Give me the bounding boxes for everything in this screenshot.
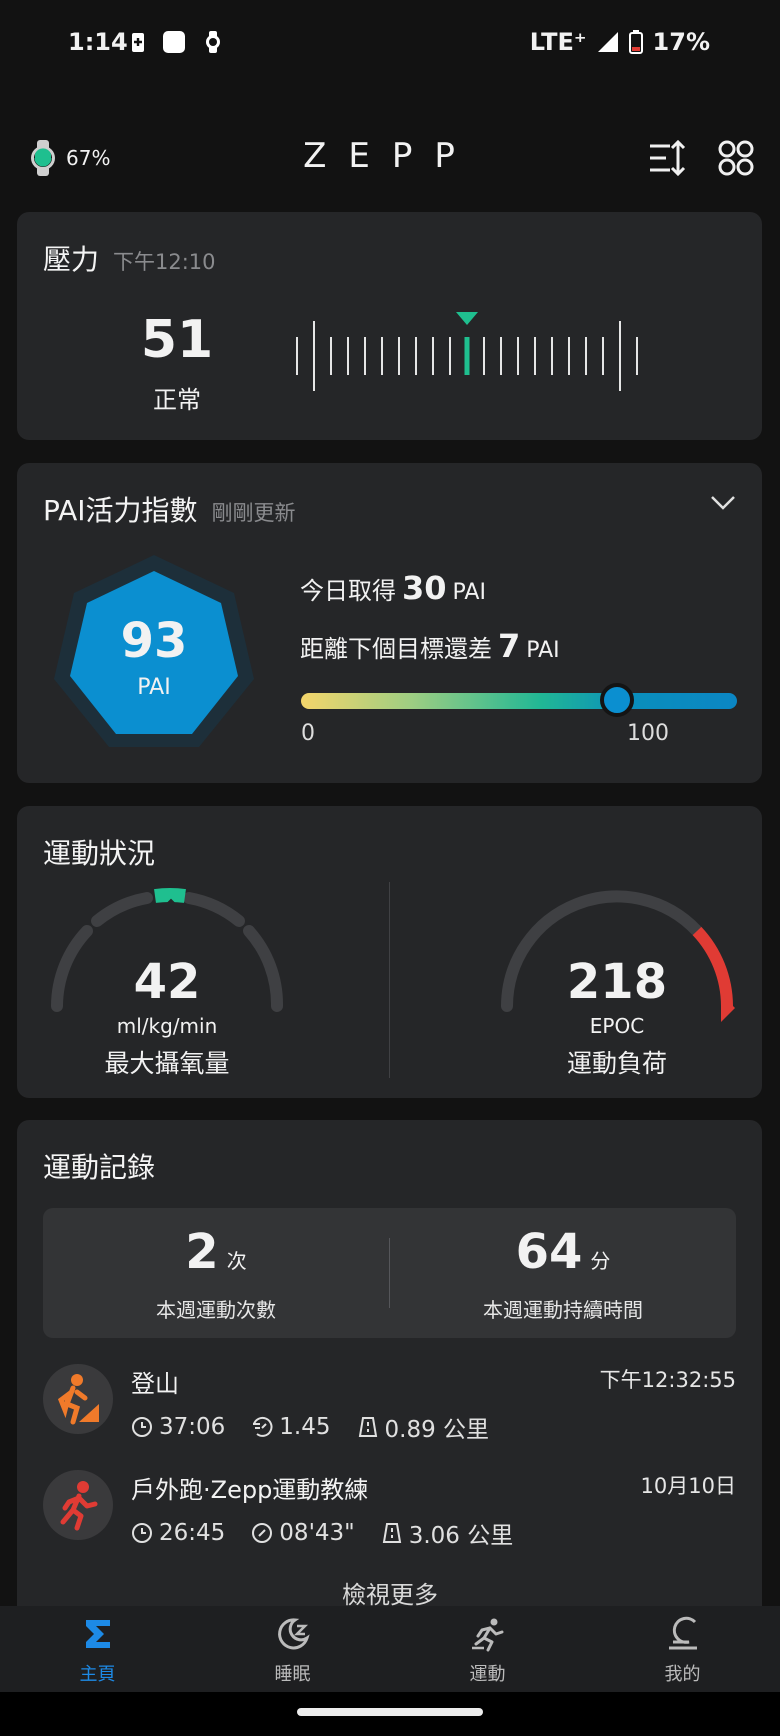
stress-title: 壓力 下午12:10 xyxy=(43,238,216,278)
activity-row-hiking[interactable]: 登山 下午12:32:55 37:06 1.45 0.89 公里 xyxy=(17,1360,762,1460)
nav-me[interactable]: 我的 xyxy=(585,1616,780,1686)
pai-today-label: 今日取得 xyxy=(300,577,396,605)
pai-bar-max: 100 xyxy=(627,721,669,746)
hiking-icon xyxy=(43,1364,113,1434)
activity-distance: 3.06 公里 xyxy=(408,1523,514,1549)
pai-today: 今日取得 30 PAI xyxy=(300,569,486,607)
stress-card[interactable]: 壓力 下午12:10 51 正常 xyxy=(17,212,762,440)
pai-value: 93 xyxy=(120,613,188,669)
distance-icon xyxy=(358,1417,377,1437)
weekly-summary[interactable]: 2次 本週運動次數 64 分 本週運動持續時間 xyxy=(43,1208,736,1338)
activity-pace: 08'43" xyxy=(279,1520,355,1546)
stress-time: 下午12:10 xyxy=(113,250,216,274)
week-count-value: 2 xyxy=(185,1224,219,1280)
app-notification-icon xyxy=(163,31,185,53)
running-icon xyxy=(43,1470,113,1540)
stress-pointer-icon xyxy=(456,312,478,325)
activity-name: 戶外跑·Zepp運動教練 xyxy=(131,1476,369,1504)
nav-home-label: 主頁 xyxy=(79,1664,116,1685)
nav-home[interactable]: 主頁 xyxy=(0,1616,195,1686)
moon-sleep-icon xyxy=(277,1618,310,1650)
pai-goal-label: 距離下個目標還差 xyxy=(300,635,492,663)
pai-card[interactable]: PAI活力指數 剛剛更新 93 PAI 今日取得 30 PAI 距離下個目標還差 7 PA… xyxy=(17,463,762,783)
activity-stats: 26:45 08'43" 3.06 公里 xyxy=(131,1516,513,1550)
sort-cards-icon[interactable] xyxy=(644,136,688,180)
week-count: 2次 xyxy=(43,1224,389,1280)
week-count-unit: 次 xyxy=(226,1249,247,1273)
phone-battery-icon xyxy=(628,30,643,54)
stress-title-text: 壓力 xyxy=(43,243,100,276)
pai-updated: 剛剛更新 xyxy=(211,501,296,525)
pai-progress-bar xyxy=(301,693,737,709)
week-duration-unit: 分 xyxy=(590,1249,611,1273)
stress-value: 51 xyxy=(140,310,214,370)
training-load-unit: EPOC xyxy=(589,1014,645,1038)
records-title: 運動記錄 xyxy=(43,1151,156,1184)
apps-grid-icon[interactable] xyxy=(714,136,758,180)
training-load-value: 218 xyxy=(566,954,668,1010)
pai-goal: 距離下個目標還差 7 PAI xyxy=(300,627,560,665)
pai-unit: PAI xyxy=(137,675,171,700)
fitness-divider xyxy=(389,882,390,1078)
bottom-nav: 主頁 睡眠 運動 我的 xyxy=(0,1606,780,1692)
battery-percent: 17% xyxy=(652,28,710,56)
vo2max-label: 最大攝氧量 xyxy=(104,1049,230,1078)
activity-time: 10月10日 xyxy=(640,1474,736,1498)
signal-icon xyxy=(597,32,618,52)
activity-stats: 37:06 1.45 0.89 公里 xyxy=(131,1410,489,1444)
workout-records-card: 運動記錄 2次 本週運動次數 64 分 本週運動持續時間 登山 下午12:32:5… xyxy=(17,1120,762,1606)
status-time: 1:14 xyxy=(68,28,128,56)
status-bar: 1:14 LTE⁺ 17% xyxy=(0,0,780,90)
stress-status: 正常 xyxy=(153,386,201,414)
pai-progress-knob xyxy=(600,683,635,717)
vo2max-value: 42 xyxy=(133,954,201,1010)
stress-scale xyxy=(296,312,638,391)
nav-sleep-label: 睡眠 xyxy=(274,1664,311,1685)
training-load-label: 運動負荷 xyxy=(566,1049,667,1078)
activity-pace: 1.45 xyxy=(279,1414,331,1440)
activity-duration: 37:06 xyxy=(159,1414,226,1440)
pai-title: PAI活力指數 剛剛更新 xyxy=(43,489,296,529)
week-count-label: 本週運動次數 xyxy=(156,1298,276,1322)
activity-duration: 26:45 xyxy=(159,1520,226,1546)
watch-notification-icon xyxy=(206,31,220,53)
pai-bar-min: 0 xyxy=(301,721,315,746)
vo2max-unit: ml/kg/min xyxy=(116,1014,218,1038)
profile-me-icon xyxy=(668,1616,697,1650)
week-duration-value: 64 xyxy=(515,1224,583,1280)
week-duration: 64 分 xyxy=(390,1224,736,1280)
pai-title-text: PAI活力指數 xyxy=(43,494,198,527)
status-right: LTE⁺ 17% xyxy=(530,28,710,56)
pai-goal-unit: PAI xyxy=(526,638,560,663)
speed-icon xyxy=(253,1416,273,1437)
app-header: 67% ZEPP xyxy=(0,130,780,190)
nav-me-label: 我的 xyxy=(664,1664,701,1685)
chevron-down-icon[interactable] xyxy=(709,493,737,513)
activity-distance: 0.89 公里 xyxy=(384,1417,490,1443)
pai-goal-value: 7 xyxy=(498,627,521,665)
fitness-title: 運動狀況 xyxy=(43,837,156,870)
gesture-bar-area xyxy=(0,1692,780,1736)
activity-name: 登山 xyxy=(131,1370,179,1398)
pai-today-unit: PAI xyxy=(452,580,486,605)
network-label: LTE⁺ xyxy=(529,28,587,56)
activity-time: 下午12:32:55 xyxy=(599,1368,736,1392)
distance-icon xyxy=(382,1523,401,1543)
view-more-link[interactable]: 檢視更多 xyxy=(0,1575,780,1610)
clock-icon xyxy=(132,1417,152,1437)
activity-row-outdoor-run[interactable]: 戶外跑·Zepp運動教練 10月10日 26:45 08'43" 3.06 公里 xyxy=(17,1466,762,1566)
battery-charging-icon xyxy=(132,33,144,52)
nav-workout[interactable]: 運動 xyxy=(390,1616,585,1686)
nav-sleep[interactable]: 睡眠 xyxy=(195,1616,390,1686)
fitness-status-card[interactable]: 運動狀況 42 ml/kg/min 最大攝氧量 218 EPOC 運動負荷 xyxy=(17,806,762,1098)
nav-workout-label: 運動 xyxy=(469,1664,506,1685)
pai-today-value: 30 xyxy=(402,569,447,607)
clock-icon xyxy=(132,1523,152,1543)
runner-workout-icon xyxy=(471,1618,503,1652)
week-duration-label: 本週運動持續時間 xyxy=(483,1298,643,1322)
pace-icon xyxy=(252,1523,273,1543)
sigma-home-icon xyxy=(85,1620,110,1648)
home-gesture-handle[interactable] xyxy=(297,1708,483,1716)
vo2max-marker xyxy=(154,887,186,903)
